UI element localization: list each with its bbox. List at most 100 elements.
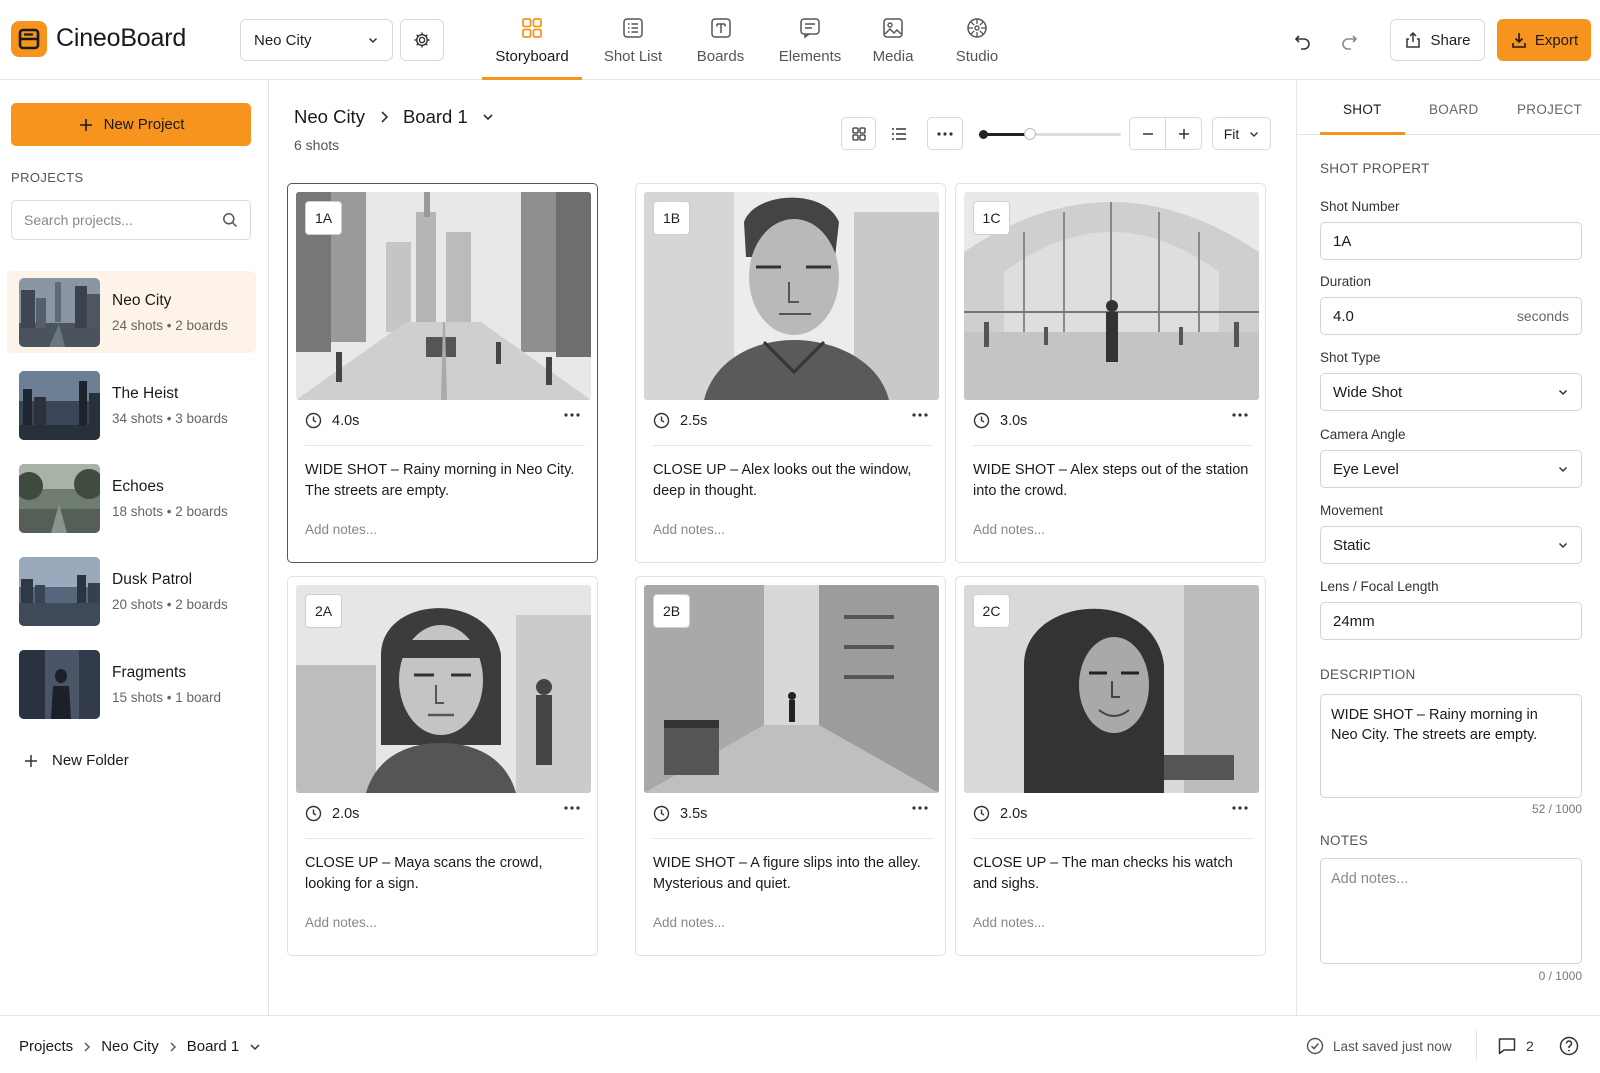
help-button[interactable] — [1559, 1036, 1579, 1056]
comments-button[interactable]: 2 — [1497, 1036, 1534, 1056]
shot-menu-button[interactable] — [912, 413, 928, 417]
shot-id-badge: 2A — [305, 594, 342, 628]
grid-view-icon — [851, 126, 866, 141]
project-meta: 18 shots • 2 boards — [112, 503, 228, 519]
description-textarea[interactable]: WIDE SHOT – Rainy morning in Neo City. T… — [1320, 694, 1582, 798]
movement-value: Static — [1333, 536, 1371, 554]
tab-label: Shot List — [603, 48, 663, 65]
project-select[interactable]: Neo City — [240, 19, 393, 61]
chevron-down-icon[interactable] — [482, 111, 494, 123]
project-thumbnail — [19, 649, 100, 719]
tab-studio[interactable]: Studio — [942, 14, 1012, 80]
movement-select[interactable]: Static — [1320, 526, 1582, 564]
duration-field[interactable]: 4.0 seconds — [1320, 297, 1582, 335]
shot-menu-button[interactable] — [1232, 413, 1248, 417]
shot-description[interactable]: WIDE SHOT – Rainy morning in Neo City. Th… — [305, 460, 590, 502]
tab-project[interactable]: PROJECT — [1517, 102, 1582, 117]
notes-textarea[interactable]: Add notes... — [1320, 858, 1582, 964]
shot-duration: 2.0s — [305, 805, 359, 822]
breadcrumb-project[interactable]: Neo City — [294, 106, 365, 128]
description-line: looking for a sign. — [305, 876, 419, 892]
shot-card[interactable]: 1A 4.0s WIDE SHOT – Rainy morning in Neo… — [287, 183, 598, 563]
tab-media[interactable]: Media — [858, 14, 928, 80]
breadcrumb-board[interactable]: Board 1 — [187, 1038, 240, 1055]
media-icon — [882, 14, 904, 42]
tab-shot-list[interactable]: Shot List — [593, 14, 673, 80]
project-meta: 20 shots • 2 boards — [112, 596, 228, 612]
zoom-slider-handle[interactable] — [1024, 128, 1036, 140]
share-button[interactable]: Share — [1390, 19, 1485, 61]
project-item-neo-city[interactable]: Neo City 24 shots • 2 boards — [7, 271, 256, 353]
zoom-fit-select[interactable]: Fit — [1212, 117, 1271, 150]
list-view-button[interactable] — [881, 117, 916, 150]
shot-id-badge: 1C — [973, 201, 1010, 235]
zoom-in-button[interactable] — [1166, 118, 1201, 149]
save-status: Last saved just now — [1306, 1037, 1452, 1055]
shot-card[interactable]: 2B 3.5s WIDE SHOT – A figure slips into … — [635, 576, 946, 956]
breadcrumb-project[interactable]: Neo City — [101, 1038, 159, 1055]
project-name: The Heist — [112, 384, 179, 402]
shot-notes-input[interactable]: Add notes... — [973, 522, 1045, 537]
project-item-dusk-patrol[interactable]: Dusk Patrol 20 shots • 2 boards — [7, 550, 256, 632]
chevron-down-icon[interactable] — [249, 1041, 261, 1053]
lens-field[interactable]: 24mm — [1320, 602, 1582, 640]
shot-number-field[interactable]: 1A — [1320, 222, 1582, 260]
description-line: WIDE SHOT – A figure slips into the alle… — [653, 855, 921, 871]
project-settings-button[interactable] — [400, 19, 444, 61]
chevron-down-icon — [1557, 539, 1569, 551]
project-item-echoes[interactable]: Echoes 18 shots • 2 boards — [7, 457, 256, 539]
breadcrumb-projects[interactable]: Projects — [19, 1038, 73, 1055]
more-options-button[interactable] — [927, 117, 963, 150]
shot-type-select[interactable]: Wide Shot — [1320, 373, 1582, 411]
new-project-button[interactable]: New Project — [11, 103, 251, 146]
shot-card[interactable]: 2C 2.0s CLOSE UP – The man checks his wa… — [955, 576, 1266, 956]
shot-description[interactable]: CLOSE UP – The man checks his watch and s… — [973, 853, 1258, 895]
shot-menu-button[interactable] — [564, 806, 580, 810]
description-line: CLOSE UP – Maya scans the crowd, — [305, 855, 543, 871]
search-projects-input[interactable]: Search projects... — [11, 200, 251, 240]
camera-angle-select[interactable]: Eye Level — [1320, 450, 1582, 488]
shot-card[interactable]: 1B 2.5s CLOSE UP – Alex looks out the wi… — [635, 183, 946, 563]
grid-view-button[interactable] — [841, 117, 876, 150]
plus-icon — [78, 117, 94, 133]
app-name: CineoBoard — [56, 24, 187, 52]
description-line: WIDE SHOT – Rainy morning in Neo City. — [305, 462, 575, 478]
shot-description[interactable]: WIDE SHOT – A figure slips into the alle… — [653, 853, 938, 895]
zoom-slider[interactable] — [979, 128, 1121, 140]
shot-id-badge: 2C — [973, 594, 1010, 628]
tab-elements[interactable]: Elements — [765, 14, 855, 80]
shot-menu-button[interactable] — [912, 806, 928, 810]
tab-shot[interactable]: SHOT — [1343, 102, 1382, 117]
undo-button[interactable] — [1290, 28, 1316, 54]
shot-description[interactable]: WIDE SHOT – Alex steps out of the statio… — [973, 460, 1258, 502]
export-button[interactable]: Export — [1497, 19, 1591, 61]
shot-notes-input[interactable]: Add notes... — [973, 915, 1045, 930]
tab-storyboard[interactable]: Storyboard — [482, 14, 582, 80]
gear-icon — [413, 31, 431, 49]
tab-board[interactable]: BOARD — [1429, 102, 1479, 117]
shot-menu-button[interactable] — [564, 413, 580, 417]
shot-card[interactable]: 2A 2.0s CLOSE UP – Maya scans the crowd,… — [287, 576, 598, 956]
shot-menu-button[interactable] — [1232, 806, 1248, 810]
zoom-out-button[interactable] — [1130, 118, 1166, 149]
project-item-the-heist[interactable]: The Heist 34 shots • 3 boards — [7, 364, 256, 446]
tab-boards[interactable]: Boards — [683, 14, 758, 80]
comment-icon — [1497, 1036, 1517, 1056]
shot-notes-input[interactable]: Add notes... — [653, 915, 725, 930]
duration-value: 4.0s — [332, 412, 360, 429]
redo-button[interactable] — [1336, 28, 1362, 54]
shot-description[interactable]: CLOSE UP – Alex looks out the window, dee… — [653, 460, 938, 502]
breadcrumb-board[interactable]: Board 1 — [403, 106, 468, 128]
shot-description[interactable]: CLOSE UP – Maya scans the crowd, looking … — [305, 853, 590, 895]
shot-card[interactable]: 1C 3.0s WIDE SHOT – Alex steps out of th… — [955, 183, 1266, 563]
shot-duration: 2.0s — [973, 805, 1027, 822]
new-folder-button[interactable]: New Folder — [24, 752, 129, 769]
app-logo-icon[interactable] — [11, 21, 47, 57]
shot-notes-input[interactable]: Add notes... — [305, 522, 377, 537]
notes-heading: NOTES — [1320, 833, 1369, 848]
shot-notes-input[interactable]: Add notes... — [305, 915, 377, 930]
camera-angle-label: Camera Angle — [1320, 427, 1406, 442]
shot-notes-input[interactable]: Add notes... — [653, 522, 725, 537]
project-item-fragments[interactable]: Fragments 15 shots • 1 board — [7, 643, 256, 725]
zoom-slider-start — [979, 130, 988, 139]
